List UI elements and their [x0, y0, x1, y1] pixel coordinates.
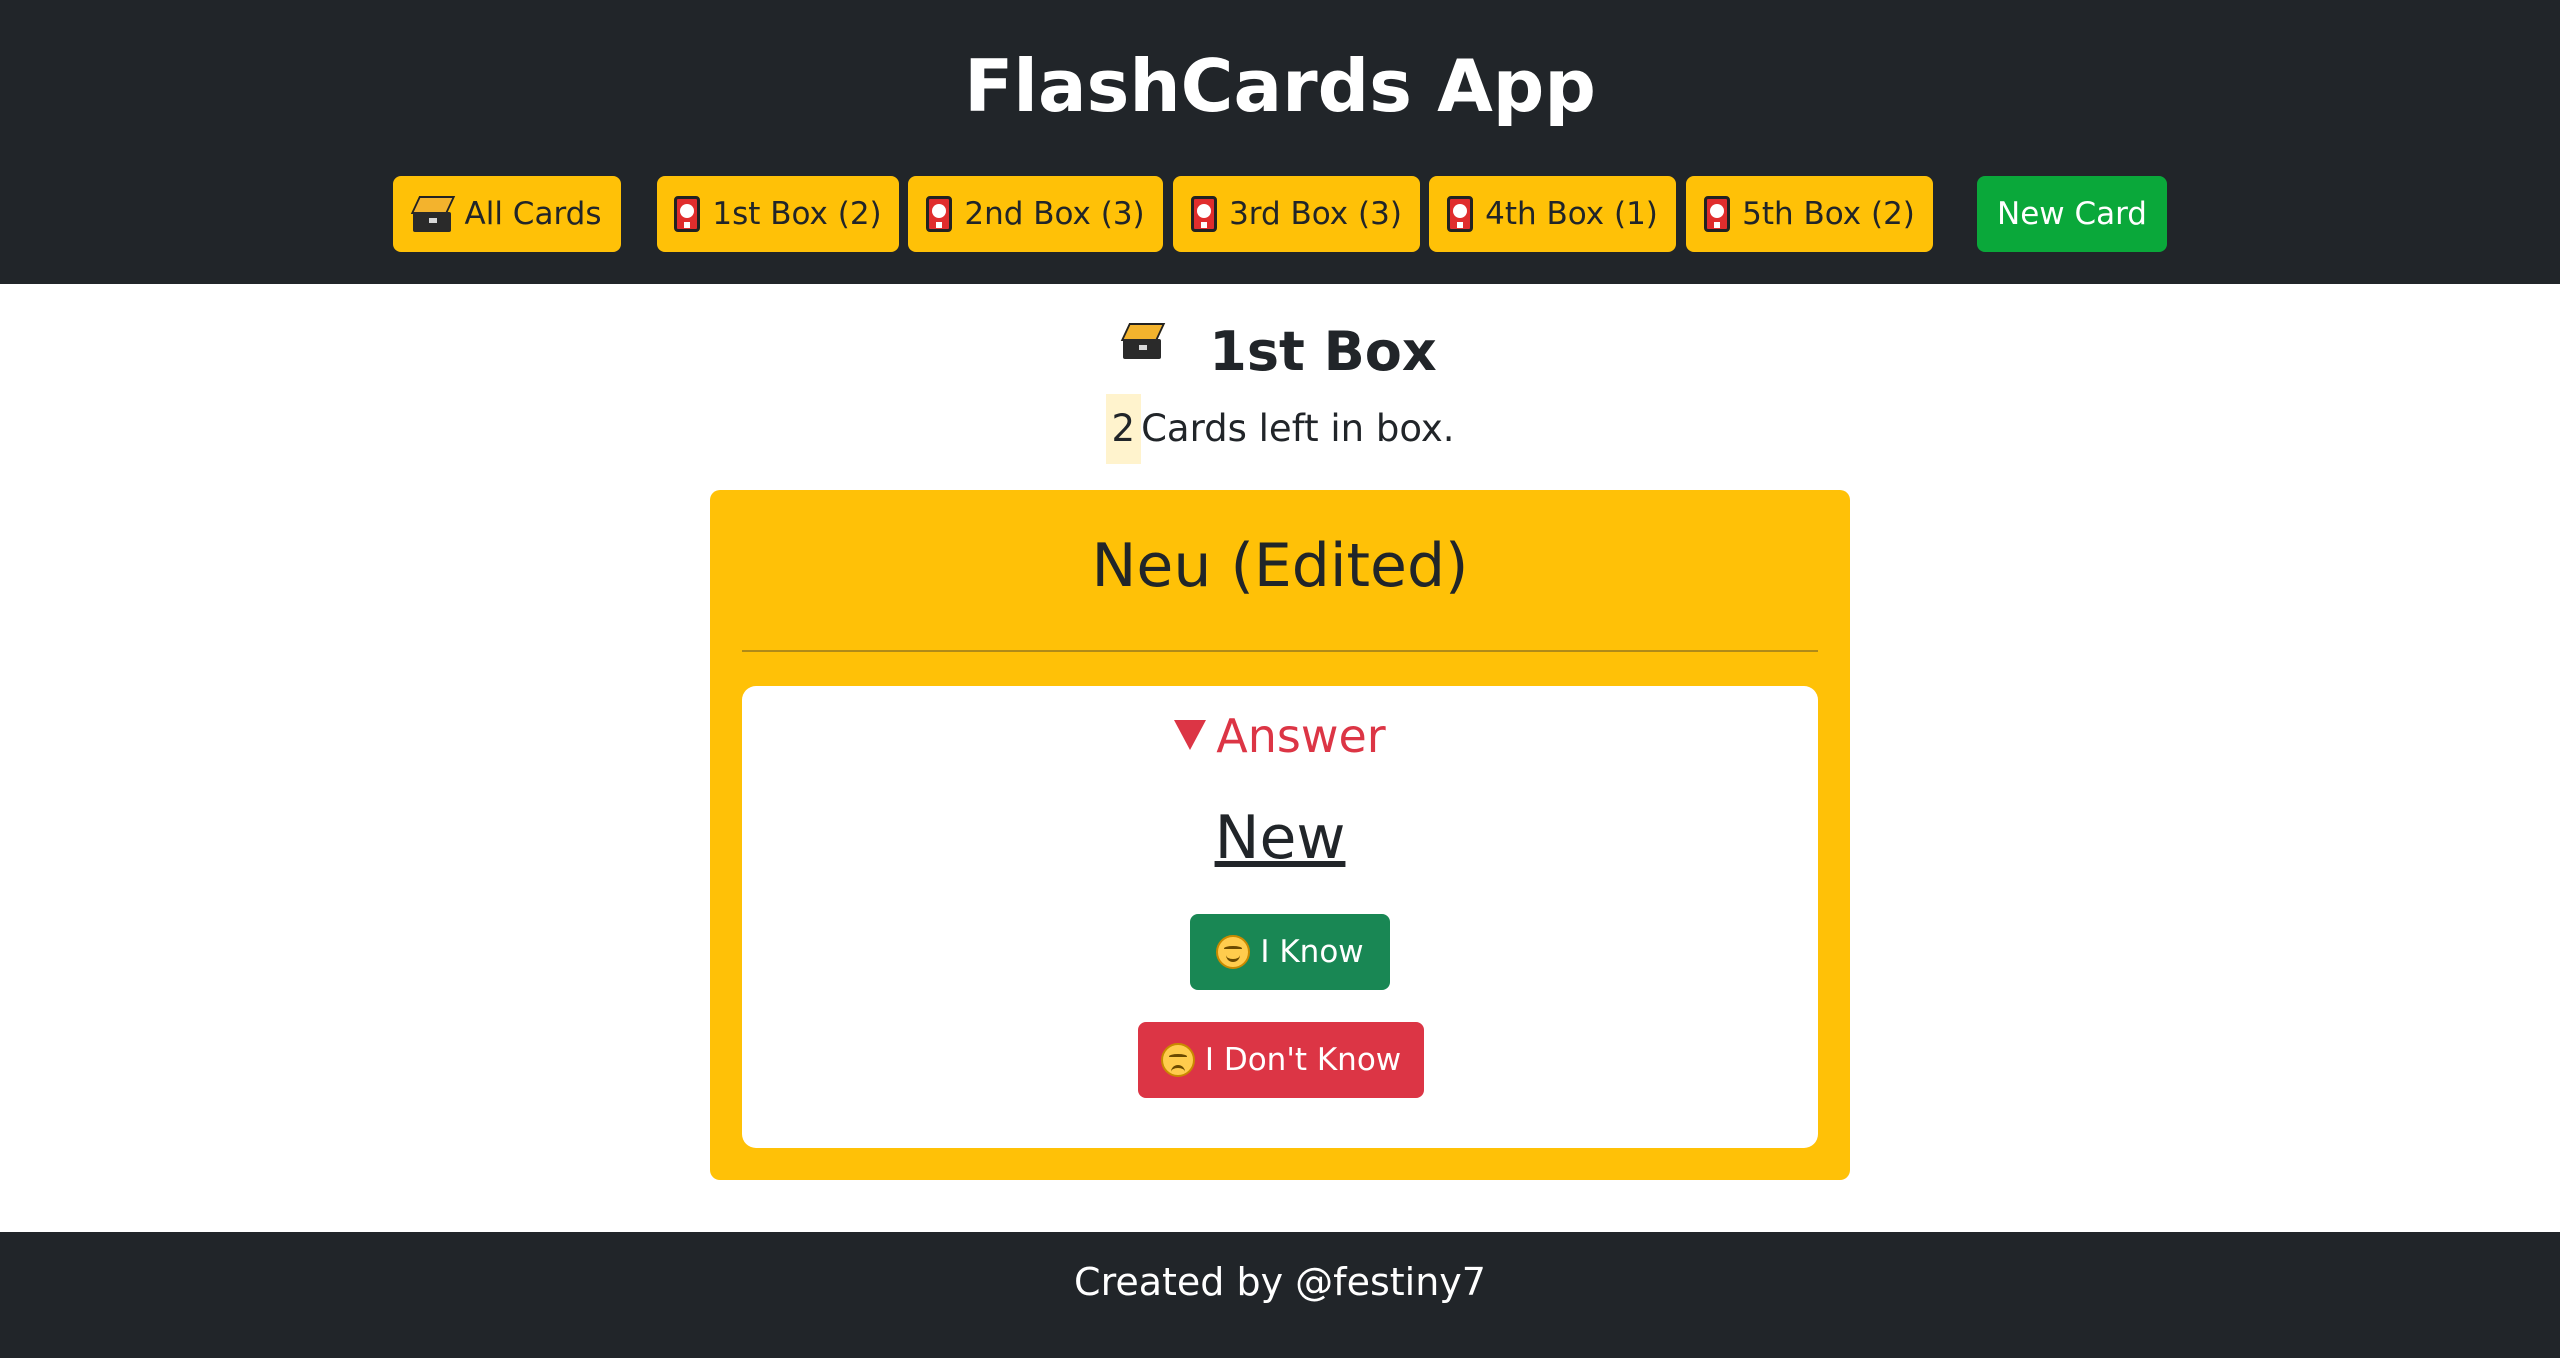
- box-1-label: 1st Box (2): [712, 196, 882, 232]
- triangle-down-icon: [1174, 720, 1207, 750]
- box-3-label: 3rd Box (3): [1229, 196, 1402, 232]
- flashcard: Neu (Edited) Answer New I Know I Don't K…: [710, 490, 1850, 1180]
- red-card-icon: [1191, 196, 1218, 232]
- cards-left-count: 2: [1105, 394, 1142, 464]
- red-card-icon: [1704, 196, 1731, 232]
- box-2-button[interactable]: 2nd Box (3): [908, 176, 1163, 252]
- box-5-label: 5th Box (2): [1742, 196, 1915, 232]
- red-card-icon: [926, 196, 953, 232]
- box-title: 1st Box: [1209, 320, 1437, 383]
- box-3-button[interactable]: 3rd Box (3): [1173, 176, 1420, 252]
- all-cards-button[interactable]: All Cards: [393, 176, 621, 252]
- answer-toggle-label: Answer: [1216, 709, 1386, 763]
- card-answer: New: [1214, 803, 1346, 873]
- cards-left-status: 2 Cards left in box.: [0, 394, 2560, 464]
- i-know-label: I Know: [1260, 934, 1364, 970]
- box-2-label: 2nd Box (3): [964, 196, 1145, 232]
- disappointed-face-icon: [1160, 1043, 1195, 1077]
- card-file-box-icon: [1121, 323, 1187, 381]
- answer-panel: Answer New I Know I Don't Know: [742, 686, 1818, 1148]
- footer-credit: Created by @festiny7: [1074, 1260, 1486, 1304]
- box-4-button[interactable]: 4th Box (1): [1429, 176, 1676, 252]
- red-card-icon: [674, 196, 701, 232]
- app-title: FlashCards App: [964, 44, 1596, 128]
- new-card-button[interactable]: New Card: [1977, 176, 2167, 252]
- card-divider: [742, 650, 1818, 652]
- answer-toggle[interactable]: Answer: [742, 706, 1818, 766]
- cards-left-text: Cards left in box.: [1141, 407, 1455, 450]
- i-dont-know-button[interactable]: I Don't Know: [1138, 1022, 1424, 1098]
- smiling-face-icon: [1216, 935, 1251, 969]
- box-1-button[interactable]: 1st Box (2): [657, 176, 899, 252]
- i-dont-know-label: I Don't Know: [1204, 1042, 1402, 1078]
- all-cards-label: All Cards: [464, 196, 602, 232]
- card-file-box-icon: [410, 196, 455, 232]
- app-footer: Created by @festiny7: [0, 1232, 2560, 1358]
- box-heading: 1st Box: [0, 316, 2560, 388]
- card-question: Neu (Edited): [1091, 531, 1469, 601]
- box-4-label: 4th Box (1): [1485, 196, 1658, 232]
- red-card-icon: [1447, 196, 1474, 232]
- i-know-button[interactable]: I Know: [1190, 914, 1390, 990]
- app-header: FlashCards App All Cards 1st Box (2) 2nd…: [0, 0, 2560, 284]
- box-5-button[interactable]: 5th Box (2): [1686, 176, 1933, 252]
